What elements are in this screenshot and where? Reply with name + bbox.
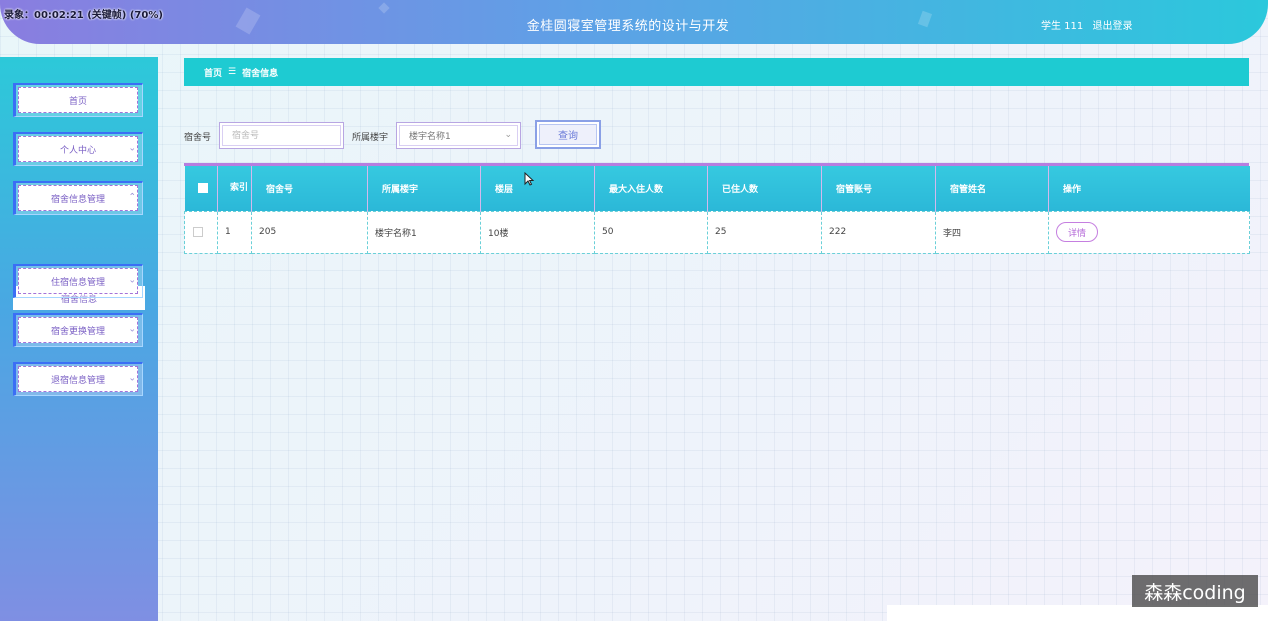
cell-action: 详情 [1048,210,1250,254]
current-user: 学生 111 [1041,21,1084,32]
sidebar-item-label: 退宿信息管理 [50,375,105,386]
column-header-building: 所属楼宇 [367,166,481,211]
sidebar-item-home[interactable]: 首页 [13,83,143,117]
building-select[interactable]: 楼宇名称1 ⌄ [396,122,521,149]
detail-button[interactable]: 详情 [1056,222,1098,242]
cell-building: 楼宇名称1 [367,210,481,254]
bottom-strip [887,605,1268,621]
chevron-down-icon: ⌄ [128,143,136,154]
user-area: 学生 111 退出登录 [1041,17,1138,32]
chevron-down-icon: ⌄ [504,130,512,140]
row-checkbox[interactable] [193,226,203,237]
table-header-row: 索引 宿舍号 所属楼宇 楼层 最大入住人数 已住人数 宿管账号 宿管姓名 操作 [184,166,1250,211]
menu-icon: ☰ [228,67,237,77]
building-label: 所属楼宇 [352,133,389,143]
cell-max: 50 [594,210,708,254]
chevron-down-icon: ⌄ [128,275,136,286]
dorm-table: 索引 宿舍号 所属楼宇 楼层 最大入住人数 已住人数 宿管账号 宿管姓名 操作 … [184,163,1250,254]
cell-current: 25 [707,210,822,254]
header-decoration [378,2,390,14]
watermark: 森森coding [1132,575,1258,607]
sidebar-item-stay-management[interactable]: 住宿信息管理 ⌄ [13,264,143,298]
column-header-floor: 楼层 [480,166,595,211]
cell-manager: 李四 [935,210,1049,254]
cell-floor: 10楼 [480,210,595,254]
dorm-number-label: 宿舍号 [184,133,212,143]
logout-link[interactable]: 退出登录 [1092,21,1132,32]
dorm-number-input[interactable] [219,122,344,149]
column-header-index: 索引 [217,166,252,211]
sidebar-item-label: 宿舍信息管理 [50,194,105,205]
sidebar: 首页 个人中心 ⌄ 宿舍信息管理 ⌃ 宿舍信息 住宿信息管理 ⌄ 宿舍更换管理 … [0,57,158,621]
column-header-max: 最大入住人数 [594,166,708,211]
cell-index: 1 [217,210,252,254]
sidebar-item-label: 宿舍更换管理 [50,326,105,337]
top-header: 录象：00:02:21 (关键帧) (70%) 金桂圆寝室管理系统的设计与开发 … [0,0,1268,44]
sidebar-item-dorm-change-management[interactable]: 宿舍更换管理 ⌄ [13,313,143,347]
column-header-account: 宿管账号 [821,166,936,211]
column-header-current: 已住人数 [707,166,822,211]
select-all-header [184,166,218,211]
chevron-down-icon: ⌄ [128,373,136,384]
breadcrumb-home[interactable]: 首页 [204,66,222,79]
column-header-action: 操作 [1048,166,1250,211]
chevron-up-icon: ⌃ [128,192,136,203]
row-select-cell [184,210,218,254]
cell-account: 222 [821,210,936,254]
cell-dorm: 205 [251,210,368,254]
sidebar-item-dorm-info-management[interactable]: 宿舍信息管理 ⌃ [13,181,143,215]
mouse-cursor-icon [524,172,534,186]
chevron-down-icon: ⌄ [128,324,136,335]
sidebar-item-label: 首页 [68,96,87,107]
sidebar-item-profile[interactable]: 个人中心 ⌄ [13,132,143,166]
column-header-manager: 宿管姓名 [935,166,1049,211]
column-header-dorm: 宿舍号 [251,166,368,211]
query-button[interactable]: 查询 [535,120,601,149]
building-select-value: 楼宇名称1 [409,132,451,142]
breadcrumb: 首页 ☰ 宿舍信息 [184,58,1249,86]
select-all-checkbox[interactable] [197,183,208,193]
sidebar-item-label: 住宿信息管理 [50,277,105,288]
sidebar-item-checkout-management[interactable]: 退宿信息管理 ⌄ [13,362,143,396]
sidebar-item-label: 个人中心 [59,145,96,156]
table-row: 1 205 楼宇名称1 10楼 50 25 222 李四 详情 [184,210,1250,254]
breadcrumb-current: 宿舍信息 [242,68,279,79]
